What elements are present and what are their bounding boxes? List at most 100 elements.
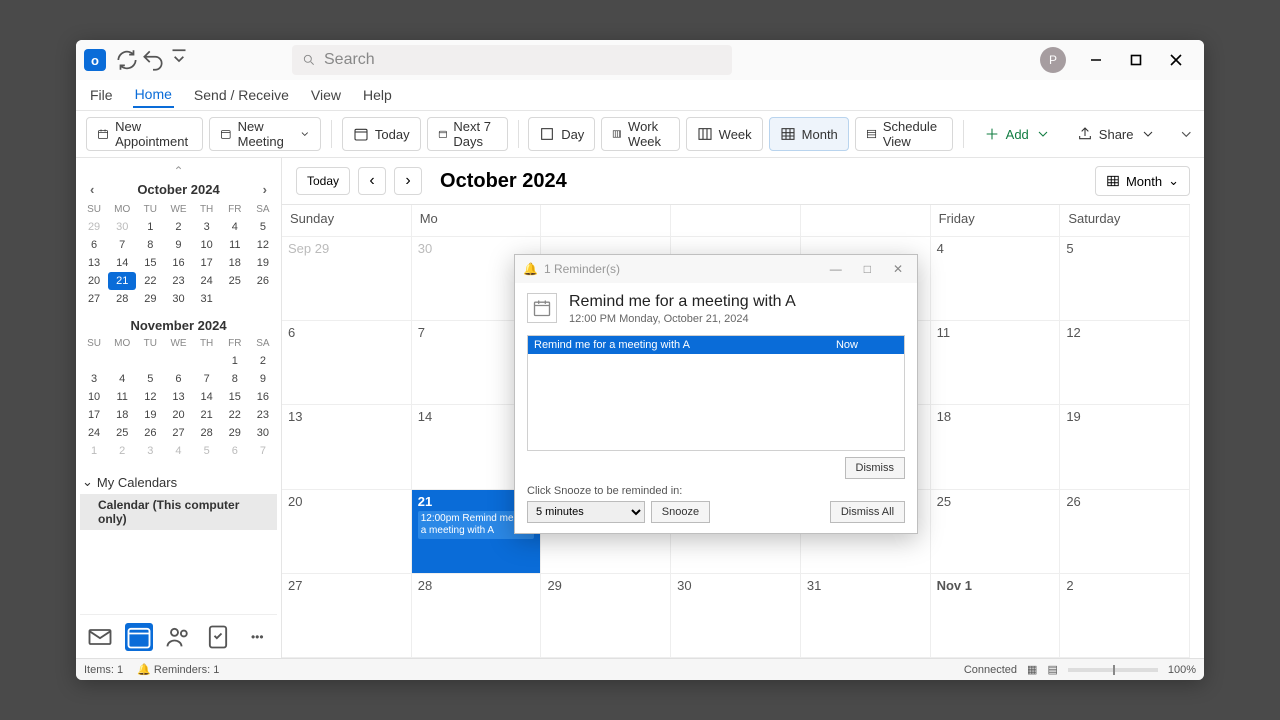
mini-day[interactable]: 29 bbox=[80, 218, 108, 236]
qat-dropdown-icon[interactable] bbox=[166, 47, 192, 73]
day-cell[interactable]: 4 bbox=[931, 237, 1061, 321]
day-cell[interactable]: 6 bbox=[282, 321, 412, 405]
menu-file[interactable]: File bbox=[88, 83, 115, 107]
mini-day[interactable]: 20 bbox=[164, 406, 192, 424]
close-button[interactable] bbox=[1156, 40, 1196, 80]
menu-send-receive[interactable]: Send / Receive bbox=[192, 83, 291, 107]
my-calendars-header[interactable]: ⌄My Calendars bbox=[80, 470, 277, 494]
mini-day[interactable]: 9 bbox=[164, 236, 192, 254]
calendar-item[interactable]: Calendar (This computer only) bbox=[80, 494, 277, 530]
mini-day[interactable] bbox=[193, 352, 221, 370]
mini-day[interactable]: 25 bbox=[221, 272, 249, 290]
minimize-button[interactable] bbox=[1076, 40, 1116, 80]
mini-day[interactable]: 29 bbox=[136, 290, 164, 308]
mini-day[interactable]: 13 bbox=[80, 254, 108, 272]
day-cell[interactable]: 20 bbox=[282, 490, 412, 574]
mini-day[interactable]: 1 bbox=[221, 352, 249, 370]
mini-day[interactable] bbox=[221, 290, 249, 308]
mini-day[interactable]: 13 bbox=[164, 388, 192, 406]
mini-day[interactable]: 27 bbox=[80, 290, 108, 308]
mini-day[interactable]: 9 bbox=[249, 370, 277, 388]
mini-day[interactable]: 11 bbox=[108, 388, 136, 406]
mini-day[interactable]: 16 bbox=[164, 254, 192, 272]
maximize-button[interactable] bbox=[1116, 40, 1156, 80]
day-cell[interactable]: 30 bbox=[671, 574, 801, 658]
mini-day[interactable]: 28 bbox=[193, 424, 221, 442]
add-button[interactable]: Add bbox=[974, 117, 1061, 151]
mini-day[interactable]: 11 bbox=[221, 236, 249, 254]
mini-day[interactable]: 17 bbox=[80, 406, 108, 424]
dismiss-all-button[interactable]: Dismiss All bbox=[830, 501, 905, 523]
mini-day[interactable]: 28 bbox=[108, 290, 136, 308]
mini-day[interactable]: 4 bbox=[221, 218, 249, 236]
reminder-list-item[interactable]: Remind me for a meeting with A Now bbox=[528, 336, 904, 354]
mini-day[interactable]: 23 bbox=[164, 272, 192, 290]
mini-day[interactable]: 18 bbox=[221, 254, 249, 272]
mini-day[interactable]: 6 bbox=[221, 442, 249, 460]
menu-home[interactable]: Home bbox=[133, 82, 174, 108]
today-button[interactable]: Today bbox=[342, 117, 421, 151]
work-week-view-button[interactable]: Work Week bbox=[601, 117, 679, 151]
mini-day[interactable]: 1 bbox=[80, 442, 108, 460]
mini-day[interactable]: 4 bbox=[108, 370, 136, 388]
mini-day[interactable]: 6 bbox=[80, 236, 108, 254]
day-cell[interactable]: 26 bbox=[1060, 490, 1190, 574]
mini-day[interactable]: 12 bbox=[249, 236, 277, 254]
day-cell[interactable]: 29 bbox=[541, 574, 671, 658]
mini-day[interactable]: 23 bbox=[249, 406, 277, 424]
mini-day[interactable]: 25 bbox=[108, 424, 136, 442]
mini-day[interactable]: 8 bbox=[221, 370, 249, 388]
mini-day[interactable]: 7 bbox=[193, 370, 221, 388]
mini-day[interactable] bbox=[80, 352, 108, 370]
day-cell[interactable]: 5 bbox=[1060, 237, 1190, 321]
mini-day[interactable]: 6 bbox=[164, 370, 192, 388]
day-cell[interactable]: 28 bbox=[412, 574, 542, 658]
dialog-close-button[interactable]: ✕ bbox=[887, 260, 909, 278]
month-view-button[interactable]: Month bbox=[769, 117, 849, 151]
mini-day[interactable]: 7 bbox=[249, 442, 277, 460]
day-cell[interactable]: 18 bbox=[931, 405, 1061, 489]
mini-day[interactable] bbox=[108, 352, 136, 370]
mini-day[interactable] bbox=[249, 290, 277, 308]
day-cell[interactable]: Nov 1 bbox=[931, 574, 1061, 658]
day-cell[interactable]: 19 bbox=[1060, 405, 1190, 489]
mini-day[interactable]: 15 bbox=[136, 254, 164, 272]
mini-day[interactable]: 8 bbox=[136, 236, 164, 254]
mini-day[interactable]: 7 bbox=[108, 236, 136, 254]
ribbon-collapse-icon[interactable] bbox=[1178, 121, 1195, 147]
mini-day[interactable]: 14 bbox=[108, 254, 136, 272]
next-period-button[interactable]: › bbox=[394, 167, 422, 195]
day-cell[interactable]: 31 bbox=[801, 574, 931, 658]
mini-day[interactable]: 10 bbox=[193, 236, 221, 254]
mini-day[interactable]: 22 bbox=[221, 406, 249, 424]
search-box[interactable]: Search bbox=[292, 45, 732, 75]
new-appointment-button[interactable]: New Appointment bbox=[86, 117, 203, 151]
mini-day[interactable]: 5 bbox=[193, 442, 221, 460]
mini-day[interactable]: 3 bbox=[136, 442, 164, 460]
mini-day[interactable]: 22 bbox=[136, 272, 164, 290]
mini-day[interactable]: 17 bbox=[193, 254, 221, 272]
dialog-maximize-button[interactable]: □ bbox=[858, 260, 877, 278]
day-cell[interactable]: 12 bbox=[1060, 321, 1190, 405]
day-cell[interactable]: 2 bbox=[1060, 574, 1190, 658]
day-cell[interactable]: 25 bbox=[931, 490, 1061, 574]
more-icon[interactable]: ••• bbox=[243, 623, 271, 651]
zoom-slider[interactable] bbox=[1068, 668, 1158, 672]
mini-day[interactable]: 19 bbox=[249, 254, 277, 272]
day-cell[interactable]: 13 bbox=[282, 405, 412, 489]
next-month-icon[interactable]: › bbox=[259, 180, 271, 199]
mini-day[interactable]: 2 bbox=[164, 218, 192, 236]
mini-day[interactable]: 26 bbox=[249, 272, 277, 290]
snooze-button[interactable]: Snooze bbox=[651, 501, 710, 523]
prev-month-icon[interactable]: ‹ bbox=[86, 180, 98, 199]
view-selector[interactable]: Month ⌄ bbox=[1095, 166, 1190, 196]
sync-icon[interactable] bbox=[114, 47, 140, 73]
mini-day[interactable]: 26 bbox=[136, 424, 164, 442]
mini-day[interactable]: 15 bbox=[221, 388, 249, 406]
prev-period-button[interactable]: ‹ bbox=[358, 167, 386, 195]
new-meeting-button[interactable]: New Meeting bbox=[209, 117, 321, 151]
mini-day[interactable]: 5 bbox=[136, 370, 164, 388]
mini-day[interactable]: 3 bbox=[80, 370, 108, 388]
mini-day[interactable]: 12 bbox=[136, 388, 164, 406]
schedule-view-button[interactable]: Schedule View bbox=[855, 117, 953, 151]
